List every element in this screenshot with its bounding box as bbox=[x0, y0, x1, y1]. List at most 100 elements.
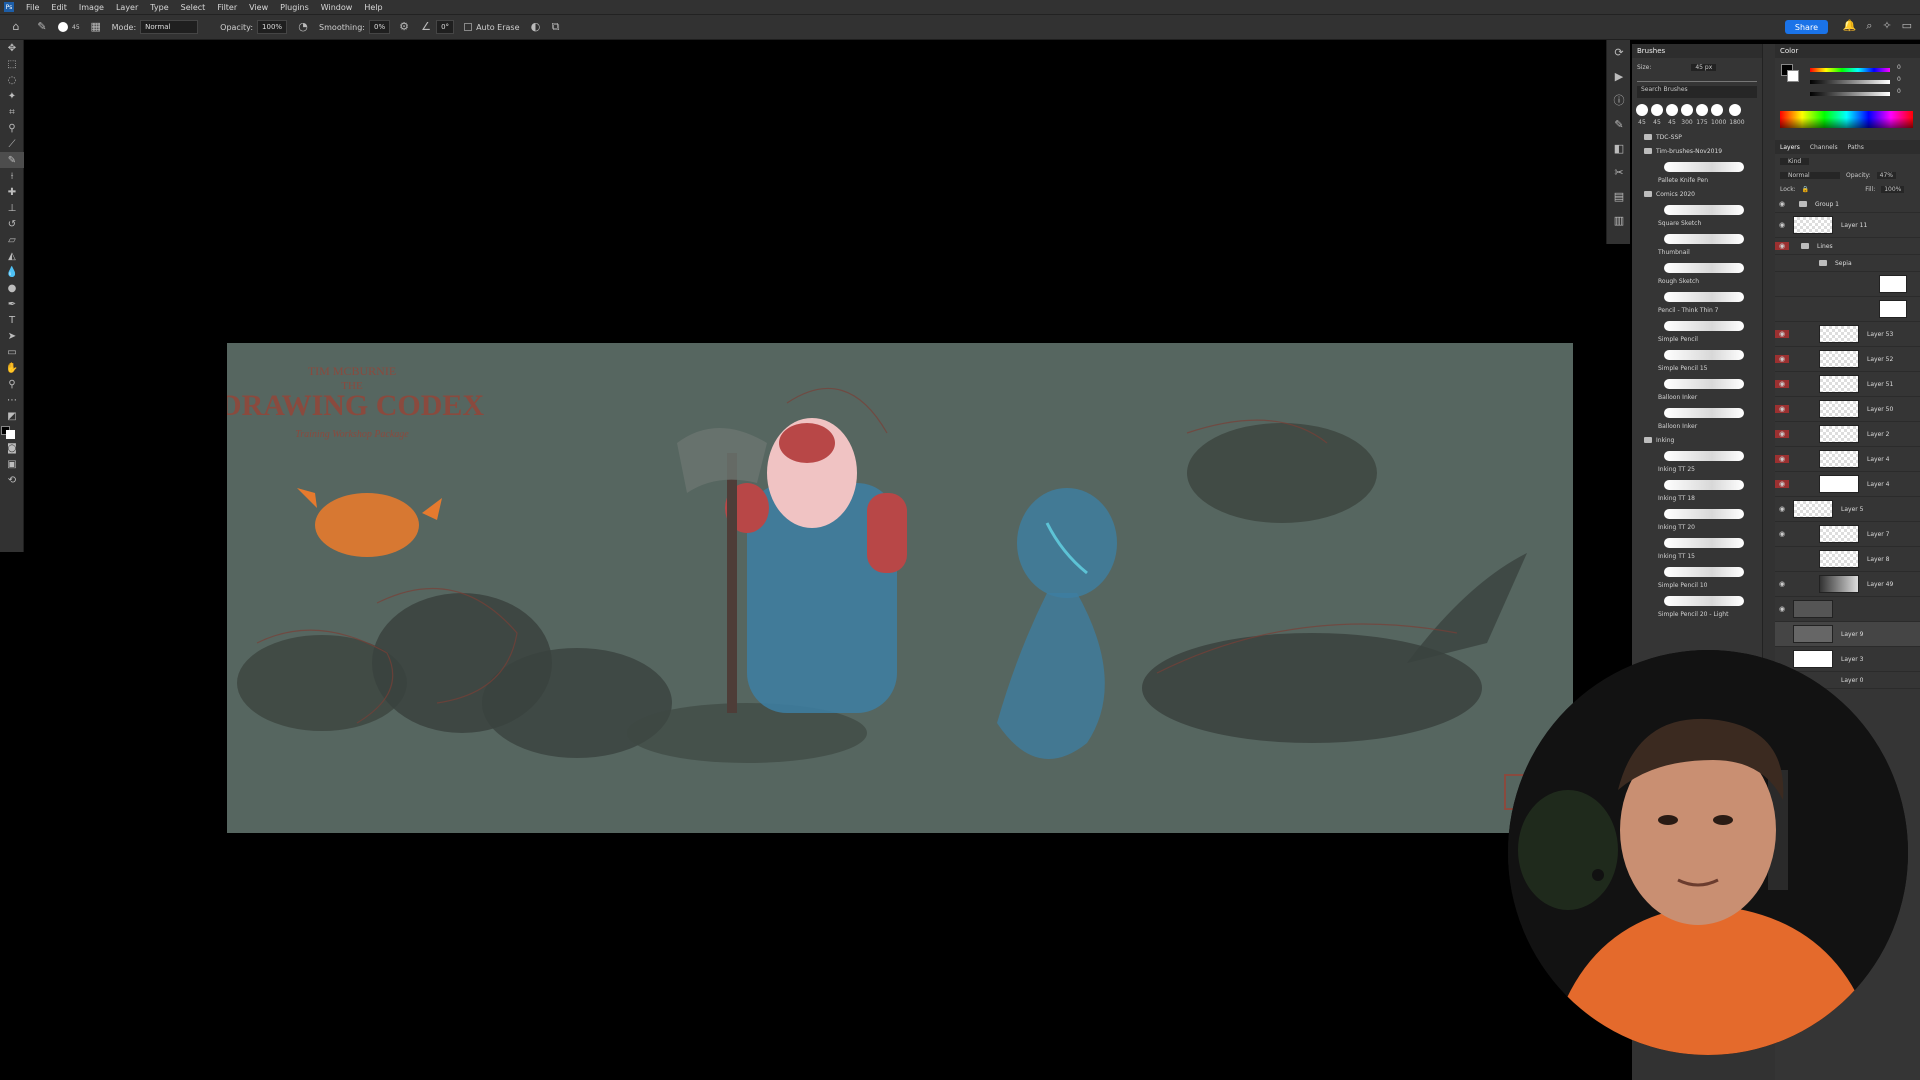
tab-channels[interactable]: Channels bbox=[1810, 144, 1838, 151]
tab-layers[interactable]: Layers bbox=[1780, 144, 1800, 151]
brush-size-slider[interactable] bbox=[1637, 76, 1757, 82]
opacity-input[interactable]: 100% bbox=[257, 20, 288, 34]
actions-icon[interactable]: ▶ bbox=[1607, 64, 1631, 88]
menu-layer[interactable]: Layer bbox=[110, 3, 144, 12]
menu-help[interactable]: Help bbox=[358, 3, 388, 12]
brush-group-tim[interactable]: Tim-brushes-Nov2019 bbox=[1632, 144, 1762, 158]
brush-group-tdc[interactable]: TDC-SSP bbox=[1632, 130, 1762, 144]
menu-view[interactable]: View bbox=[243, 3, 274, 12]
magic-wand-tool-icon[interactable]: ✦ bbox=[0, 88, 24, 104]
brush-preset[interactable]: 45 bbox=[1651, 104, 1663, 128]
brush-item[interactable]: Pencil - Think Thin 7 bbox=[1632, 288, 1762, 317]
eye-icon[interactable]: ◉ bbox=[1775, 455, 1789, 463]
symmetry-icon[interactable]: ⧉ bbox=[550, 21, 562, 33]
menu-select[interactable]: Select bbox=[175, 3, 212, 12]
brush-group-inking[interactable]: Inking bbox=[1632, 433, 1762, 447]
adjustments-icon[interactable]: ◧ bbox=[1607, 136, 1631, 160]
hand-tool-icon[interactable]: ✋ bbox=[0, 360, 24, 376]
brush-size-input[interactable]: 45 px bbox=[1691, 63, 1717, 71]
layer-row[interactable]: ◉ Layer 4 bbox=[1775, 472, 1920, 497]
color-spectrum[interactable] bbox=[1780, 111, 1913, 128]
eye-icon[interactable]: ◉ bbox=[1775, 430, 1789, 438]
layer-row[interactable]: Layer 3 bbox=[1775, 647, 1920, 672]
blur-tool-icon[interactable]: 💧 bbox=[0, 264, 24, 280]
layer-row[interactable]: ◉ Group 1 bbox=[1775, 196, 1920, 213]
brush-preset[interactable]: 1000 bbox=[1711, 104, 1726, 128]
menu-edit[interactable]: Edit bbox=[45, 3, 73, 12]
eye-icon[interactable]: ◉ bbox=[1775, 580, 1789, 588]
mixer-brush-tool-icon[interactable]: ⟊ bbox=[0, 168, 24, 184]
brush-item[interactable]: Simple Pencil bbox=[1632, 317, 1762, 346]
edit-toolbar-icon[interactable]: ⟲ bbox=[0, 472, 24, 488]
brush-settings-panel-icon[interactable]: ✎ bbox=[1607, 112, 1631, 136]
layer-row[interactable]: Layer 8 bbox=[1775, 547, 1920, 572]
color-field-1[interactable]: 0 bbox=[1897, 64, 1901, 71]
layer-row[interactable]: ◉ Lines bbox=[1775, 238, 1920, 255]
layer-row[interactable]: Sepia bbox=[1775, 255, 1920, 272]
default-colors-icon[interactable]: ◩ bbox=[0, 408, 24, 424]
history-brush-tool-icon[interactable]: ↺ bbox=[0, 216, 24, 232]
brush-preset-picker[interactable]: 45 bbox=[58, 22, 80, 32]
eye-icon[interactable]: ◉ bbox=[1775, 200, 1789, 208]
lasso-tool-icon[interactable]: ◌ bbox=[0, 72, 24, 88]
layer-row[interactable]: ◉ Layer 53 bbox=[1775, 322, 1920, 347]
brush-preset[interactable]: 45 bbox=[1636, 104, 1648, 128]
brush-preset[interactable]: 45 bbox=[1666, 104, 1678, 128]
smoothing-input[interactable]: 0% bbox=[368, 20, 391, 34]
layer-row[interactable]: ◉ Layer 2 bbox=[1775, 422, 1920, 447]
marquee-tool-icon[interactable]: ⬚ bbox=[0, 56, 24, 72]
layer-row[interactable]: ◉ Layer 51 bbox=[1775, 372, 1920, 397]
menu-image[interactable]: Image bbox=[73, 3, 110, 12]
layer-row[interactable]: ◉ Layer 5 bbox=[1775, 497, 1920, 522]
brush-item[interactable]: Simple Pencil 20 - Light bbox=[1632, 592, 1762, 621]
pen-tool-icon[interactable]: ✒ bbox=[0, 296, 24, 312]
color-field-2[interactable]: 0 bbox=[1897, 76, 1901, 83]
eye-icon[interactable]: ◉ bbox=[1775, 221, 1789, 229]
pressure-opacity-icon[interactable]: ◔ bbox=[297, 21, 309, 33]
brush-item[interactable]: Simple Pencil 10 bbox=[1632, 563, 1762, 592]
layer-row[interactable]: ◉ bbox=[1775, 597, 1920, 622]
layer-row[interactable]: ◉ Layer 7 bbox=[1775, 522, 1920, 547]
brush-item[interactable]: Thumbnail bbox=[1632, 230, 1762, 259]
properties-icon[interactable]: ▥ bbox=[1607, 208, 1631, 232]
mode-select[interactable]: Normal bbox=[140, 20, 199, 34]
brush-item[interactable]: Inking TT 18 bbox=[1632, 476, 1762, 505]
healing-tool-icon[interactable]: ✚ bbox=[0, 184, 24, 200]
eye-icon[interactable]: ◉ bbox=[1775, 242, 1789, 250]
eye-icon[interactable]: ◉ bbox=[1775, 330, 1789, 338]
home-icon[interactable]: ⌂ bbox=[10, 21, 22, 33]
more-tools-icon[interactable]: ⋯ bbox=[0, 392, 24, 408]
brush-settings-icon[interactable]: ▦ bbox=[90, 21, 102, 33]
brush-item[interactable]: Pallete Knife Pen bbox=[1632, 158, 1762, 187]
brightness-slider[interactable] bbox=[1810, 92, 1890, 96]
eye-icon[interactable]: ◉ bbox=[1775, 505, 1789, 513]
crop-tool-icon[interactable]: ⌗ bbox=[0, 104, 24, 120]
brush-item[interactable]: Square Sketch bbox=[1632, 201, 1762, 230]
lock-icon[interactable]: 🔒 bbox=[1802, 186, 1809, 193]
eye-icon[interactable]: ◉ bbox=[1775, 380, 1789, 388]
shape-tool-icon[interactable]: ▭ bbox=[0, 344, 24, 360]
brush-item[interactable]: Balloon Inker bbox=[1632, 404, 1762, 433]
path-select-tool-icon[interactable]: ➤ bbox=[0, 328, 24, 344]
menu-filter[interactable]: Filter bbox=[211, 3, 243, 12]
layer-filter-kind[interactable]: Kind bbox=[1780, 157, 1810, 165]
search-icon[interactable]: ⌕ bbox=[1866, 19, 1872, 33]
brush-item[interactable]: Simple Pencil 15 bbox=[1632, 346, 1762, 375]
layer-row[interactable]: ◉ Layer 4 bbox=[1775, 447, 1920, 472]
gear-icon[interactable]: ⚙ bbox=[398, 21, 410, 33]
saturation-slider[interactable] bbox=[1810, 80, 1890, 84]
info-icon[interactable]: ⓘ bbox=[1607, 88, 1631, 112]
artwork-image[interactable]: TIM MCBURNIE THE DRAWING CODEX Training … bbox=[227, 343, 1573, 833]
menu-file[interactable]: File bbox=[20, 3, 45, 12]
fill-tool-icon[interactable]: ◭ bbox=[0, 248, 24, 264]
pencil-tool-icon[interactable]: ✎ bbox=[36, 21, 48, 33]
layer-row[interactable] bbox=[1775, 272, 1920, 297]
auto-erase-checkbox[interactable] bbox=[464, 23, 473, 31]
dodge-tool-icon[interactable]: ● bbox=[0, 280, 24, 296]
eye-icon[interactable]: ◉ bbox=[1775, 405, 1789, 413]
move-tool-icon[interactable]: ✥ bbox=[0, 40, 24, 56]
background-color-swatch[interactable] bbox=[1787, 70, 1799, 82]
workspace-icon[interactable]: ▭ bbox=[1902, 19, 1912, 33]
menu-type[interactable]: Type bbox=[144, 3, 174, 12]
eye-icon[interactable]: ◉ bbox=[1775, 355, 1789, 363]
